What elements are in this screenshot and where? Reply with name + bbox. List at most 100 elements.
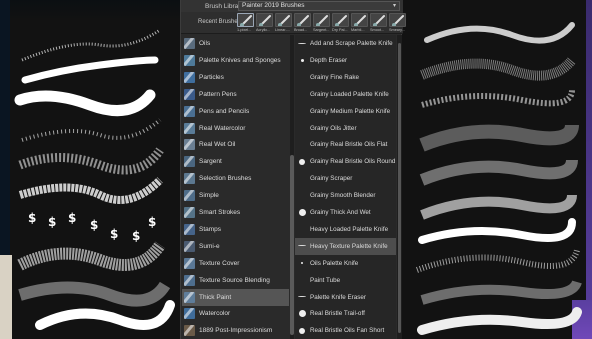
variant-label: Palette Knife Eraser bbox=[310, 293, 367, 301]
variant-item[interactable]: Heavy Loaded Palette Knife bbox=[295, 221, 396, 238]
recent-brush-label: Smoot... bbox=[370, 28, 385, 32]
category-item[interactable]: Oils bbox=[182, 35, 289, 52]
dab-dot-icon bbox=[297, 224, 307, 234]
recent-brush-label: Broad... bbox=[294, 28, 308, 32]
category-brush-icon bbox=[184, 156, 195, 168]
category-item[interactable]: Sargent bbox=[182, 153, 289, 170]
brush-stroke-samples-left: $ $ $ $ $ $ $ bbox=[14, 28, 175, 330]
variant-item[interactable]: Grainy Smooth Blender bbox=[295, 187, 396, 204]
recent-brushes-row: Recent Brushes: 1-pixel... Acrylic... Line… bbox=[181, 12, 406, 34]
variant-scrollbar-thumb[interactable] bbox=[398, 43, 401, 333]
variant-scrollbar[interactable] bbox=[397, 35, 402, 339]
variant-item[interactable]: Grainy Loaded Palette Knife bbox=[295, 86, 396, 103]
svg-text:$: $ bbox=[148, 215, 156, 229]
svg-text:$: $ bbox=[132, 229, 140, 243]
brush-icon bbox=[370, 13, 387, 27]
category-item[interactable]: Palette Knives and Sponges bbox=[182, 52, 289, 69]
recent-brush-item[interactable]: Linear-... bbox=[275, 13, 292, 33]
variant-label: Grainy Smooth Blender bbox=[310, 192, 376, 200]
variant-item[interactable]: Grainy Fine Rake bbox=[295, 69, 396, 86]
stroke-dash-icon bbox=[297, 241, 307, 251]
variant-item[interactable]: Paint Tube bbox=[295, 272, 396, 289]
variant-item[interactable]: Grainy Real Bristle Oils Round bbox=[295, 153, 396, 170]
brush-icon bbox=[313, 13, 330, 27]
brush-icon bbox=[389, 13, 406, 27]
variant-label: Oils Palette Knife bbox=[310, 259, 359, 267]
category-brush-icon bbox=[184, 173, 195, 185]
svg-text:$: $ bbox=[90, 218, 98, 232]
category-label: Texture Cover bbox=[199, 259, 240, 267]
variant-item[interactable]: Heavy Texture Palette Knife bbox=[295, 237, 396, 255]
recent-brush-item[interactable]: Acrylic... bbox=[256, 13, 273, 33]
category-label: Simple bbox=[199, 192, 219, 200]
category-item[interactable]: Texture Source Blending bbox=[182, 272, 289, 289]
category-item[interactable]: Stamps bbox=[182, 221, 289, 238]
svg-text:$: $ bbox=[48, 215, 56, 229]
variant-label: Heavy Loaded Palette Knife bbox=[310, 225, 389, 233]
recent-brush-item[interactable]: Smoot... bbox=[370, 13, 387, 33]
category-label: Sargent bbox=[199, 158, 222, 166]
category-item[interactable]: Watercolor bbox=[182, 305, 289, 322]
variant-label: Grainy Fine Rake bbox=[310, 73, 359, 81]
category-item[interactable]: Simple bbox=[182, 187, 289, 204]
category-scrollbar-thumb[interactable] bbox=[290, 155, 294, 335]
recent-brush-item[interactable]: Broad... bbox=[294, 13, 311, 33]
category-item[interactable]: Pens and Pencils bbox=[182, 103, 289, 120]
recent-brush-item[interactable]: Dry Pal... bbox=[332, 13, 349, 33]
category-label: Oils bbox=[199, 40, 211, 47]
category-item[interactable]: Sumi-e bbox=[182, 238, 289, 255]
category-item[interactable]: Selection Brushes bbox=[182, 170, 289, 187]
variant-item[interactable]: Grainy Thick And Wet bbox=[295, 204, 396, 221]
category-item[interactable]: 1889 Post-Impressionism bbox=[182, 322, 289, 339]
brush-variant-list: Add and Scrape Palette Knife Depth Eraser… bbox=[295, 35, 396, 339]
recent-brush-item[interactable]: Smeary... bbox=[389, 13, 406, 33]
variant-item[interactable]: Grainy Real Bristle Oils Flat bbox=[295, 136, 396, 153]
brush-icon bbox=[332, 13, 349, 27]
category-brush-icon bbox=[184, 325, 195, 337]
variant-item[interactable]: Oils Palette Knife bbox=[295, 255, 396, 272]
category-item[interactable]: Pattern Pens bbox=[182, 86, 289, 103]
category-brush-icon bbox=[184, 308, 195, 320]
dab-dot-icon bbox=[297, 275, 307, 285]
category-item[interactable]: Smart Strokes bbox=[182, 204, 289, 221]
category-item[interactable]: Texture Cover bbox=[182, 255, 289, 272]
brush-library-dropdown[interactable]: Painter 2019 Brushes ▾ bbox=[238, 1, 400, 11]
variant-item[interactable]: Grainy Oils Jitter bbox=[295, 120, 396, 137]
recent-brush-label: Smeary... bbox=[389, 28, 405, 32]
chevron-down-icon: ▾ bbox=[392, 3, 396, 9]
dab-dot-icon bbox=[297, 258, 307, 268]
variant-label: Grainy Medium Palette Knife bbox=[310, 107, 391, 115]
stroke-preview-right bbox=[402, 0, 592, 339]
recent-brush-label: Sargent... bbox=[313, 28, 330, 32]
recent-brush-item[interactable]: 1-pixel... bbox=[237, 13, 254, 33]
variant-item[interactable]: Real Bristle Oils Fan Short bbox=[295, 322, 396, 339]
variant-item[interactable]: Grainy Scraper bbox=[295, 170, 396, 187]
variant-item[interactable]: Real Bristle Trail-off bbox=[295, 305, 396, 322]
recent-brush-item[interactable]: Sargent... bbox=[313, 13, 330, 33]
category-item[interactable]: Real Watercolor bbox=[182, 120, 289, 137]
recent-brush-item[interactable]: Marbli... bbox=[351, 13, 368, 33]
dab-dot-icon bbox=[297, 309, 307, 319]
brush-stroke-samples-right bbox=[415, 22, 582, 335]
category-scrollbar[interactable] bbox=[290, 35, 294, 339]
recent-brush-label: Marbli... bbox=[351, 28, 365, 32]
category-brush-icon bbox=[184, 38, 195, 49]
category-item[interactable]: Real Wet Oil bbox=[182, 136, 289, 153]
recent-brushes-label: Recent Brushes: bbox=[198, 19, 243, 25]
variant-item[interactable]: Depth Eraser bbox=[295, 52, 396, 69]
variant-label: Real Bristle Oils Fan Short bbox=[310, 327, 385, 335]
variant-item[interactable]: Palette Knife Eraser bbox=[295, 289, 396, 306]
category-brush-icon bbox=[184, 274, 195, 286]
category-item[interactable]: Thick Paint bbox=[182, 288, 289, 306]
variant-label: Grainy Thick And Wet bbox=[310, 209, 371, 216]
dab-dot-icon bbox=[297, 157, 307, 167]
variant-item[interactable]: Grainy Medium Palette Knife bbox=[295, 103, 396, 120]
variant-label: Depth Eraser bbox=[310, 56, 348, 64]
brush-icon bbox=[237, 13, 254, 27]
category-brush-icon bbox=[184, 88, 195, 100]
category-item[interactable]: Particles bbox=[182, 69, 289, 86]
category-brush-icon bbox=[184, 54, 195, 66]
recent-brush-label: 1-pixel... bbox=[237, 28, 252, 32]
variant-item[interactable]: Add and Scrape Palette Knife bbox=[295, 35, 396, 52]
category-label: Real Watercolor bbox=[199, 124, 246, 132]
